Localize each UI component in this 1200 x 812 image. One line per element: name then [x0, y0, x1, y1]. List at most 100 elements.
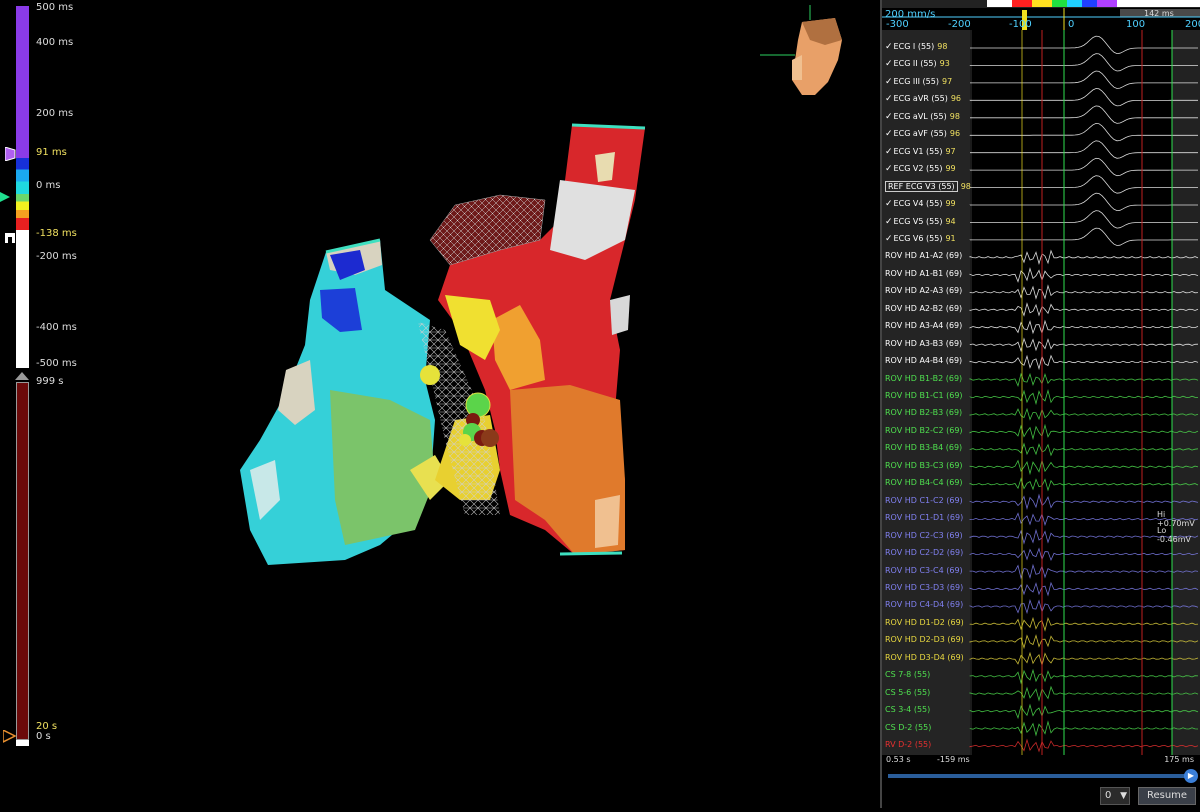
channel-label[interactable]: ✓ECG II (55) 93 — [885, 59, 950, 69]
channel-name: ECG III (55) — [893, 76, 939, 86]
match-score: 98 — [960, 181, 971, 191]
channel-name: ROV HD D3-D4 (69) — [885, 652, 964, 662]
lo-voltage-annotation: Lo -0.46mV — [1157, 526, 1191, 544]
channel-label[interactable]: ROV HD C2-C3 (69) — [885, 531, 963, 540]
scale-label-neg500: -500 ms — [36, 358, 77, 369]
channel-name: ROV HD D1-D2 (69) — [885, 617, 964, 627]
channel-label[interactable]: ROV HD B4-C4 (69) — [885, 478, 963, 487]
channel-label[interactable]: ✓ECG III (55) 97 — [885, 77, 952, 87]
channel-label[interactable]: ✓ECG aVL (55) 98 — [885, 112, 960, 122]
checkmark-icon[interactable]: ✓ — [885, 42, 893, 52]
anatomy-map-viewport[interactable] — [90, 0, 880, 808]
channel-label[interactable]: ROV HD B2-C2 (69) — [885, 426, 963, 435]
channel-label[interactable]: ✓ECG V4 (55) 99 — [885, 199, 956, 209]
zoom-select[interactable]: 0 ▼ — [1100, 787, 1130, 805]
channel-label[interactable]: ROV HD A3-A4 (69) — [885, 321, 962, 330]
signal-panel-header: 200 mm/s -300 -200 -100 0 100 200 142 ms — [882, 0, 1200, 30]
channel-label[interactable]: ROV HD C2-D2 (69) — [885, 548, 963, 557]
checkmark-icon[interactable]: ✓ — [885, 234, 893, 244]
channel-name: ROV HD B4-C4 (69) — [885, 478, 963, 488]
activation-map[interactable] — [90, 0, 880, 808]
channel-label[interactable]: ROV HD A2-A3 (69) — [885, 286, 962, 295]
channel-label[interactable]: ✓ECG aVR (55) 96 — [885, 94, 961, 104]
channel-label[interactable]: ROV HD C3-D3 (69) — [885, 583, 963, 592]
window-end-time: 175 ms — [1164, 755, 1194, 764]
channel-name: ECG aVF (55) — [893, 129, 947, 139]
channel-label[interactable]: ROV HD B2-B3 (69) — [885, 408, 962, 417]
signal-panel: 200 mm/s -300 -200 -100 0 100 200 142 ms… — [880, 0, 1200, 808]
resume-button[interactable]: Resume — [1138, 787, 1196, 805]
channel-name: ROV HD B3-C3 (69) — [885, 460, 963, 470]
channel-label[interactable]: ROV HD A2-B2 (69) — [885, 304, 962, 313]
channel-label[interactable]: REF ECG V3 (55) 98 — [885, 180, 971, 192]
play-icon[interactable]: ▶ — [1184, 769, 1198, 783]
match-score: 96 — [949, 129, 961, 139]
checkmark-icon[interactable]: ✓ — [885, 217, 893, 227]
color-scale-upper — [16, 6, 29, 146]
channel-label[interactable]: ✓ECG V1 (55) 97 — [885, 147, 956, 157]
cursor-time-readout: -159 ms — [937, 755, 970, 764]
scale-top-marker — [15, 372, 29, 380]
channel-label[interactable]: ✓ECG V2 (55) 99 — [885, 164, 956, 174]
checkmark-icon[interactable]: ✓ — [885, 59, 893, 69]
checkmark-icon[interactable]: ✓ — [885, 164, 893, 174]
channel-label[interactable]: ✓ECG V6 (55) 91 — [885, 234, 956, 244]
scale-label-200: 200 ms — [36, 108, 74, 119]
channel-name: ECG aVL (55) — [893, 111, 947, 121]
channel-name: ROV HD C3-C4 (69) — [885, 565, 963, 575]
checkmark-icon[interactable]: ✓ — [885, 112, 893, 122]
channel-name: ROV HD B2-C2 (69) — [885, 425, 963, 435]
channel-label[interactable]: ROV HD D3-D4 (69) — [885, 653, 964, 662]
scale-label-500: 500 ms — [36, 2, 74, 13]
channel-name: ROV HD A4-B4 (69) — [885, 356, 963, 366]
scale-label-lower-threshold: -138 ms — [36, 228, 77, 239]
channel-label[interactable]: ROV HD C4-D4 (69) — [885, 600, 963, 609]
checkmark-icon[interactable]: ✓ — [885, 129, 893, 139]
channel-label[interactable]: ROV HD B1-C1 (69) — [885, 391, 963, 400]
channel-label[interactable]: CS D-2 (55) — [885, 723, 931, 732]
channel-label[interactable]: ROV HD C1-D1 (69) — [885, 513, 963, 522]
match-score: 99 — [945, 199, 956, 209]
orientation-head-icon[interactable] — [760, 5, 842, 95]
channel-label[interactable]: ROV HD C1-C2 (69) — [885, 496, 963, 505]
channel-label[interactable]: ✓ECG I (55) 98 — [885, 42, 947, 52]
channel-label[interactable]: ROV HD B1-B2 (69) — [885, 374, 962, 383]
channel-label[interactable]: ROV HD A3-B3 (69) — [885, 339, 962, 348]
channel-name: ROV HD C2-C3 (69) — [885, 530, 963, 540]
scale-label-neg200: -200 ms — [36, 251, 77, 262]
channel-label[interactable]: ROV HD D2-D3 (69) — [885, 635, 964, 644]
channel-label[interactable]: ROV HD A1-B1 (69) — [885, 269, 962, 278]
channel-label[interactable]: CS 7-8 (55) — [885, 670, 930, 679]
channel-label[interactable]: CS 5-6 (55) — [885, 688, 930, 697]
timeline-scrollbar[interactable] — [888, 774, 1188, 778]
zero-marker-handle[interactable] — [0, 192, 12, 202]
color-scale-lower — [16, 230, 29, 368]
channel-label[interactable]: ROV HD B3-C3 (69) — [885, 461, 963, 470]
valve-rim-bottom — [559, 551, 623, 556]
left-chamber — [240, 240, 450, 565]
checkmark-icon[interactable]: ✓ — [885, 94, 893, 104]
channel-name: ROV HD C1-C2 (69) — [885, 495, 963, 505]
channel-label[interactable]: ✓ECG aVF (55) 96 — [885, 129, 960, 139]
channel-name: ROV HD D2-D3 (69) — [885, 635, 964, 645]
time-scale-bar — [16, 382, 29, 740]
channel-name: CS 3-4 (55) — [885, 705, 931, 715]
upper-threshold-handle[interactable] — [5, 147, 19, 161]
channel-label[interactable]: ROV HD B3-B4 (69) — [885, 443, 962, 452]
checkmark-icon[interactable]: ✓ — [885, 77, 893, 87]
time-handle[interactable] — [3, 730, 19, 744]
channel-label[interactable]: ROV HD A4-B4 (69) — [885, 356, 962, 365]
lower-threshold-handle[interactable] — [5, 231, 19, 245]
channel-name: ROV HD A3-B3 (69) — [885, 338, 963, 348]
channel-label[interactable]: ✓ECG V5 (55) 94 — [885, 217, 956, 227]
channel-label[interactable]: ROV HD C3-C4 (69) — [885, 566, 963, 575]
channel-name: ROV HD C1-D1 (69) — [885, 513, 964, 523]
channel-name: ECG V2 (55) — [893, 164, 943, 174]
checkmark-icon[interactable]: ✓ — [885, 199, 893, 209]
channel-label[interactable]: RV D-2 (55) — [885, 740, 931, 749]
checkmark-icon[interactable]: ✓ — [885, 147, 893, 157]
channel-label[interactable]: CS 3-4 (55) — [885, 705, 930, 714]
channel-label[interactable]: ROV HD D1-D2 (69) — [885, 618, 964, 627]
tick-label-neg300: -300 — [886, 19, 909, 30]
channel-label[interactable]: ROV HD A1-A2 (69) — [885, 251, 962, 260]
